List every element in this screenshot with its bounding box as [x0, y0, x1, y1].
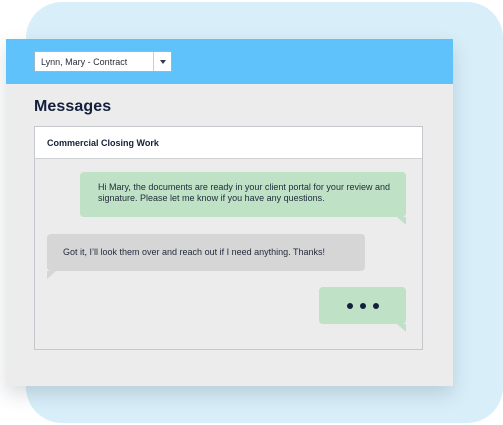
typing-indicator: [319, 287, 406, 332]
bubble-tail: [397, 217, 406, 225]
top-bar: Lynn, Mary - Contract: [6, 39, 453, 84]
typing-dot: [359, 302, 366, 309]
typing-dot: [372, 302, 379, 309]
message-text: Got it, I’ll look them over and reach ou…: [63, 247, 325, 257]
conversation-panel: Commercial Closing Work Hi Mary, the doc…: [34, 126, 423, 350]
conversation-subject: Commercial Closing Work: [47, 137, 159, 148]
message-bubble-incoming: Got it, I’ll look them over and reach ou…: [47, 234, 365, 279]
bubble-tail: [47, 271, 56, 279]
messages-window: Lynn, Mary - Contract Messages Commercia…: [6, 39, 453, 386]
message-bubble-outgoing: Hi Mary, the documents are ready in your…: [80, 172, 406, 225]
message-text: Hi Mary, the documents are ready in your…: [98, 182, 390, 203]
chevron-down-icon: [159, 59, 166, 64]
dropdown-toggle[interactable]: [153, 52, 171, 71]
typing-dot: [346, 302, 353, 309]
client-matter-select-value: Lynn, Mary - Contract: [41, 56, 128, 67]
page-title: Messages: [34, 98, 112, 115]
client-matter-select[interactable]: Lynn, Mary - Contract: [34, 51, 172, 72]
bubble-tail: [397, 324, 406, 332]
conversation-header: Commercial Closing Work: [35, 127, 422, 159]
